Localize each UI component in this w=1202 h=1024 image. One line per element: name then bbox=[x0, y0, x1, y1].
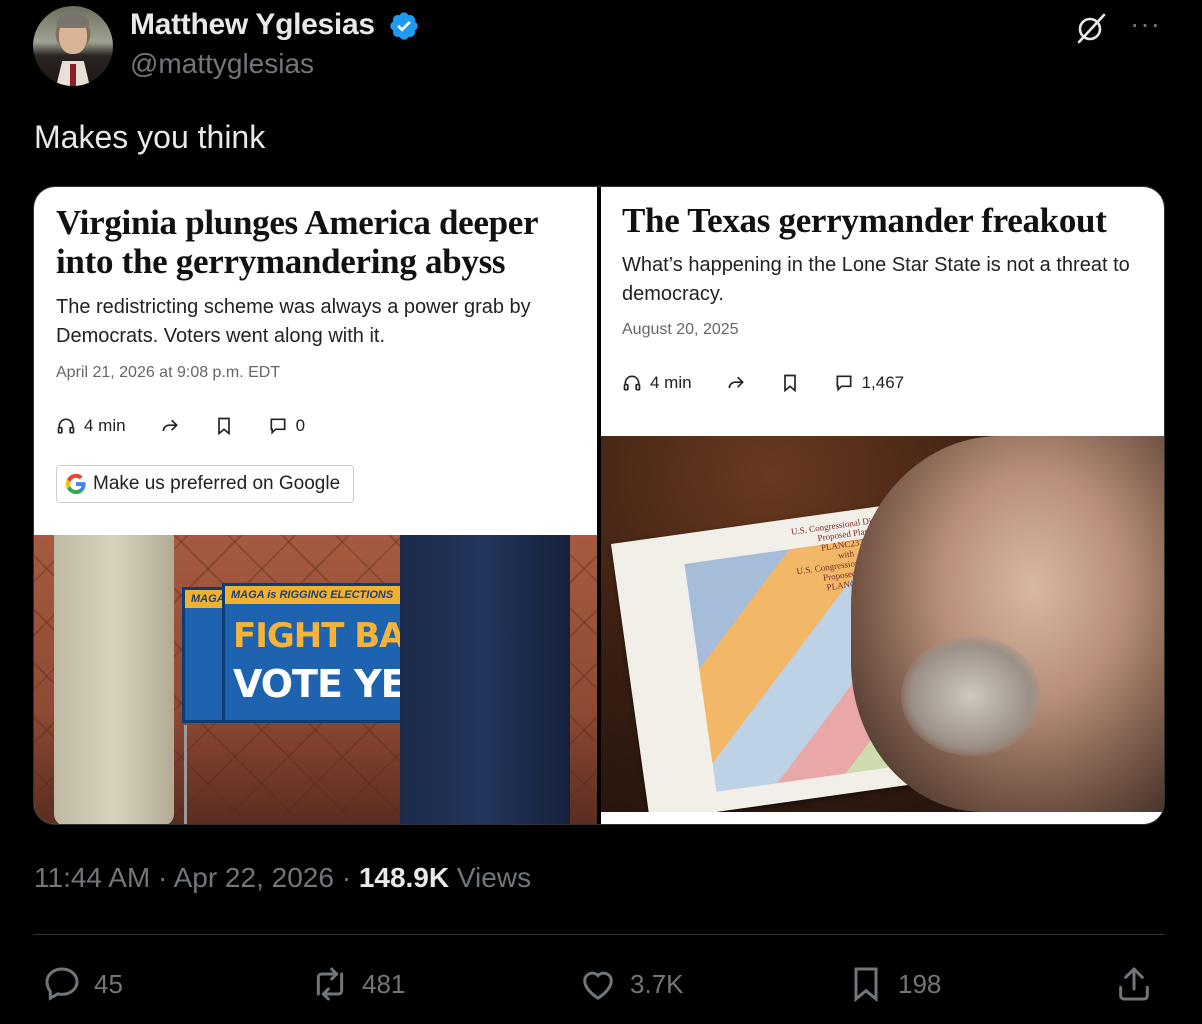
google-button-label: Make us preferred on Google bbox=[93, 473, 341, 494]
article-card-texas[interactable]: The Texas gerrymander freakout What’s ha… bbox=[601, 187, 1164, 824]
comment-count: 1,467 bbox=[861, 373, 905, 392]
reply-icon bbox=[45, 967, 79, 1001]
tweet-time[interactable]: 11:44 AM bbox=[34, 862, 150, 893]
article-card-virginia[interactable]: Virginia plunges America deeper into the… bbox=[34, 187, 597, 824]
verified-badge-icon bbox=[390, 12, 418, 40]
bookmark-button[interactable]: 198 bbox=[846, 962, 941, 1006]
article-photo-texas-map: U.S. Congressional Districts Proposed Pl… bbox=[601, 436, 1164, 812]
reply-button[interactable]: 45 bbox=[42, 962, 123, 1006]
share-action[interactable] bbox=[160, 416, 180, 436]
comments-action[interactable]: 1,467 bbox=[834, 373, 905, 393]
tweet-text: Makes you think bbox=[34, 119, 266, 155]
listen-action[interactable]: 4 min bbox=[56, 416, 126, 436]
listen-duration: 4 min bbox=[84, 416, 126, 435]
article-dek: The redistricting scheme was always a po… bbox=[56, 296, 531, 347]
share-action[interactable] bbox=[726, 373, 746, 393]
bookmark-icon bbox=[217, 417, 230, 436]
like-count: 3.7K bbox=[630, 968, 684, 999]
article-headline: The Texas gerrymander freakout bbox=[622, 201, 1107, 240]
heart-icon bbox=[583, 971, 613, 1000]
article-date: April 21, 2026 at 9:08 p.m. EDT bbox=[56, 364, 281, 381]
views-count[interactable]: 148.9K bbox=[359, 862, 449, 893]
grok-icon[interactable] bbox=[1074, 11, 1108, 45]
share-icon[interactable] bbox=[1114, 964, 1154, 1004]
bookmark-icon bbox=[783, 374, 796, 393]
comment-icon bbox=[270, 418, 286, 435]
repost-count: 481 bbox=[362, 968, 406, 999]
listen-duration: 4 min bbox=[650, 373, 692, 392]
views-label[interactable]: Views bbox=[457, 862, 531, 893]
headphones-icon bbox=[623, 375, 641, 391]
tweet-metadata: 11:44 AM · Apr 22, 2026 · 148.9K Views bbox=[34, 862, 531, 894]
author-name[interactable]: Matthew Yglesias bbox=[130, 8, 375, 42]
author-avatar[interactable] bbox=[33, 6, 113, 86]
article-dek: What’s happening in the Lone Star State … bbox=[622, 254, 1130, 305]
repost-icon bbox=[316, 967, 344, 1001]
article-headline: Virginia plunges America deeper into the… bbox=[56, 203, 538, 281]
repost-button[interactable]: 481 bbox=[310, 962, 405, 1006]
author-handle[interactable]: @mattyglesias bbox=[130, 48, 314, 80]
share-arrow-icon bbox=[728, 376, 744, 389]
listen-action[interactable]: 4 min bbox=[622, 373, 692, 393]
save-action[interactable] bbox=[780, 373, 800, 393]
save-action[interactable] bbox=[214, 416, 234, 436]
article-actions: 4 min 1,467 bbox=[622, 373, 938, 393]
more-options-icon[interactable]: ··· bbox=[1130, 10, 1161, 38]
meta-separator: · bbox=[158, 862, 168, 893]
article-date: August 20, 2025 bbox=[622, 321, 739, 338]
tweet-date[interactable]: Apr 22, 2026 bbox=[174, 862, 334, 893]
divider bbox=[33, 934, 1165, 935]
meta-separator: · bbox=[341, 862, 352, 893]
comment-icon bbox=[836, 375, 852, 392]
google-preferred-button[interactable]: Make us preferred on Google bbox=[56, 465, 354, 503]
media-attachment[interactable]: Virginia plunges America deeper into the… bbox=[33, 186, 1165, 825]
like-button[interactable]: 3.7K bbox=[578, 962, 684, 1006]
share-arrow-icon bbox=[162, 419, 178, 432]
bookmark-icon bbox=[854, 967, 878, 1003]
comments-action[interactable]: 0 bbox=[268, 416, 305, 436]
comment-count: 0 bbox=[295, 416, 306, 435]
article-photo-campaign-signs: MAGA MAGA is RIGGING ELECTIONS FIGHT BAC… bbox=[34, 535, 597, 824]
bookmark-count: 198 bbox=[898, 968, 942, 999]
campaign-sign: MAGA is RIGGING ELECTIONS FIGHT BACK VOT… bbox=[222, 583, 455, 723]
google-g-icon bbox=[65, 473, 86, 495]
article-actions: 4 min 0 bbox=[56, 416, 339, 436]
headphones-icon bbox=[57, 418, 75, 434]
reply-count: 45 bbox=[94, 968, 123, 999]
